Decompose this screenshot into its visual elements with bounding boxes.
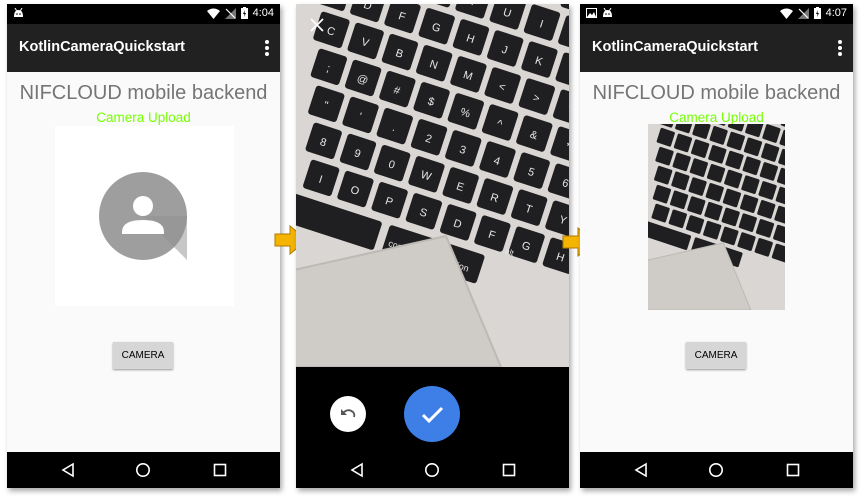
home-nav-icon[interactable] (424, 462, 440, 478)
app-bar: KotlinCameraQuickstart (7, 24, 280, 72)
confirm-button[interactable] (404, 386, 460, 442)
captured-keyboard-photo: 234567890WERTYUIOPSDFGHJKLXCVBNM<>?:;@#$… (296, 4, 569, 367)
page-subheading: Camera Upload (96, 110, 191, 125)
back-nav-icon[interactable] (349, 462, 365, 478)
status-bar: 4:04 (7, 4, 280, 24)
camera-button[interactable]: CAMERA (686, 342, 746, 369)
phone-screen-camera: 234567890WERTYUIOPSDFGHJKLXCVBNM<>?:;@#$… (296, 4, 569, 488)
app-bar: KotlinCameraQuickstart (580, 24, 853, 72)
no-signal-icon (797, 7, 809, 19)
uploaded-image-preview (648, 124, 785, 310)
app-title: KotlinCameraQuickstart (19, 39, 185, 55)
status-time: 4:07 (825, 7, 847, 19)
confirm-check-icon (421, 406, 444, 424)
no-signal-icon (224, 7, 236, 19)
back-nav-icon[interactable] (633, 462, 649, 478)
home-nav-icon[interactable] (135, 462, 151, 478)
wifi-icon (206, 8, 220, 19)
phone-screen-after: 4:07 KotlinCameraQuickstart NIFCLOUD mob… (580, 4, 853, 488)
page-heading: NIFCLOUD mobile backend (19, 82, 268, 104)
navigation-bar (7, 452, 280, 488)
wifi-icon (779, 8, 793, 19)
recents-nav-icon[interactable] (785, 462, 801, 478)
navigation-bar (296, 452, 569, 488)
image-notification-icon (586, 8, 597, 18)
battery-charging-icon (813, 7, 821, 19)
android-notification-icon (603, 8, 612, 17)
recents-nav-icon[interactable] (212, 462, 228, 478)
page-heading: NIFCLOUD mobile backend (592, 82, 841, 104)
retake-icon (341, 409, 356, 418)
back-nav-icon[interactable] (60, 462, 76, 478)
camera-button[interactable]: CAMERA (113, 342, 173, 369)
overflow-menu-icon[interactable] (260, 36, 274, 60)
retake-button[interactable] (330, 396, 366, 432)
status-time: 4:04 (252, 7, 274, 19)
android-notification-icon (14, 8, 23, 17)
status-bar: 4:07 (580, 4, 853, 24)
close-icon[interactable] (310, 18, 324, 32)
navigation-bar (580, 452, 853, 488)
recents-nav-icon[interactable] (501, 462, 517, 478)
app-title: KotlinCameraQuickstart (592, 39, 758, 55)
home-nav-icon[interactable] (708, 462, 724, 478)
default-avatar-icon (99, 172, 187, 260)
battery-charging-icon (240, 7, 248, 19)
overflow-menu-icon[interactable] (833, 36, 847, 60)
image-placeholder (55, 126, 234, 306)
page-subheading: Camera Upload (669, 110, 764, 125)
phone-screen-before: 4:04 KotlinCameraQuickstart NIFCLOUD mob… (7, 4, 280, 488)
camera-action-bar (296, 367, 569, 452)
